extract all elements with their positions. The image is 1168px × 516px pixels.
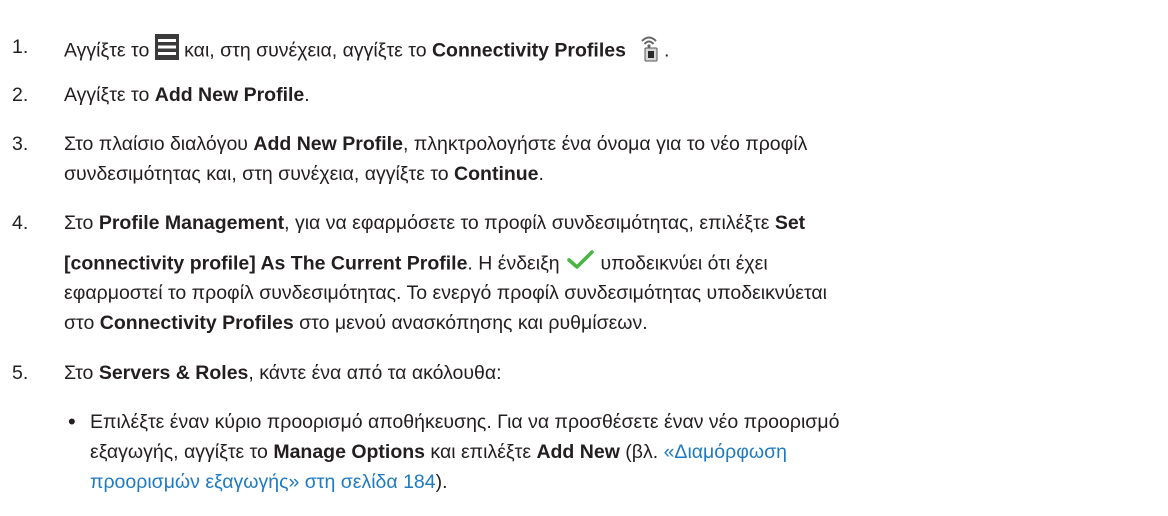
- step-line: Αγγίξτε το και, στη συνέχεια, αγγίξτε το…: [64, 32, 669, 71]
- step-text: , πληκτρολογήστε ένα όνομα για το νέο πρ…: [402, 133, 808, 155]
- step-text: συνδεσιμότητας και, στη συνέχεια, αγγίξτ…: [64, 163, 455, 185]
- ui-term-connectivity-profiles: Connectivity Profiles: [99, 312, 294, 334]
- step-line: συνδεσιμότητας και, στη συνέχεια, αγγίξτ…: [64, 159, 544, 189]
- step-text: και, στη συνέχεια, αγγίξτε το: [178, 39, 432, 62]
- step-text: Στο: [64, 212, 99, 234]
- step-number: 3.: [12, 133, 29, 155]
- step-text: , κάντε ένα από τα ακόλουθα:: [248, 362, 502, 384]
- bullet-text: (βλ.: [619, 441, 664, 463]
- bullet-text: ).: [435, 471, 448, 493]
- bullet-line: προορισμών εξαγωγής» στη σελίδα 184).: [90, 467, 448, 497]
- bullet-symbol: •: [68, 409, 76, 434]
- step-number: 1.: [12, 36, 29, 58]
- instructions-document: 1. Αγγίξτε το και, στη συνέχεια, αγγίξτε…: [0, 0, 1168, 516]
- bullet-line: εξαγωγής, αγγίξτε το Manage Options και …: [90, 437, 787, 467]
- bullet-line: Επιλέξτε έναν κύριο προορισμό αποθήκευση…: [90, 407, 839, 437]
- cross-reference-link[interactable]: «Διαμόρφωση: [664, 441, 787, 463]
- bullet-text: εξαγωγής, αγγίξτε το: [90, 441, 274, 463]
- step-text: Αγγίξτε το: [64, 84, 155, 106]
- ui-term-set: Set: [774, 212, 806, 234]
- ui-term-profile-management: Profile Management: [98, 212, 285, 234]
- step-text: .: [538, 163, 544, 185]
- step-text: στο: [64, 312, 100, 334]
- ui-term-set-current-profile: [connectivity profile] As The Current Pr…: [64, 252, 468, 275]
- ui-term-continue: Continue: [454, 163, 539, 185]
- cross-reference-link[interactable]: προορισμών εξαγωγής» στη σελίδα 184: [90, 471, 436, 493]
- step-line: εφαρμοστεί το προφίλ συνδεσιμότητας. Το …: [64, 278, 827, 308]
- ui-term-add-new-profile: Add New Profile: [253, 133, 403, 155]
- bullet-text: και επιλέξτε: [425, 441, 537, 463]
- step-text: .: [304, 84, 310, 106]
- ui-term-connectivity-profiles: Connectivity Profiles: [431, 39, 626, 62]
- step-text: στο μενού ανασκόπησης και ρυθμίσεων.: [293, 312, 648, 334]
- ui-term-manage-options: Manage Options: [273, 441, 426, 463]
- step-text: Αγγίξτε το: [64, 39, 155, 62]
- ui-term-servers-roles: Servers & Roles: [98, 362, 249, 384]
- step-line: Στο πλαίσιο διαλόγου Add New Profile, πλ…: [64, 129, 807, 159]
- step-line: Αγγίξτε το Add New Profile.: [64, 80, 310, 110]
- checkmark-icon: [565, 248, 595, 281]
- ui-term-add-new-profile: Add New Profile: [154, 84, 305, 106]
- step-number: 4.: [12, 212, 29, 234]
- step-number: 5.: [12, 362, 29, 384]
- step-text: . Η ένδειξη: [467, 252, 566, 275]
- ui-term-add-new: Add New: [536, 441, 620, 463]
- step-text: υποδεικνύει ότι έχει: [595, 252, 768, 275]
- step-text: Στο πλαίσιο διαλόγου: [64, 133, 254, 155]
- step-line: [connectivity profile] As The Current Pr…: [64, 248, 768, 281]
- step-number: 2.: [12, 84, 29, 106]
- step-text: , για να εφαρμόσετε το προφίλ συνδεσιμότ…: [284, 212, 775, 234]
- hamburger-menu-icon: [154, 34, 179, 69]
- step-line: στο Connectivity Profiles στο μενού ανασ…: [64, 308, 648, 338]
- connectivity-profiles-icon: [634, 32, 664, 71]
- step-text: .: [663, 39, 670, 62]
- step-text: εφαρμοστεί το προφίλ συνδεσιμότητας. Το …: [64, 282, 827, 304]
- step-text: Στο: [64, 362, 99, 384]
- step-line: Στο Profile Management, για να εφαρμόσετ…: [64, 208, 805, 238]
- step-line: Στο Servers & Roles, κάντε ένα από τα ακ…: [64, 358, 502, 388]
- bullet-text: Επιλέξτε έναν κύριο προορισμό αποθήκευση…: [90, 411, 840, 433]
